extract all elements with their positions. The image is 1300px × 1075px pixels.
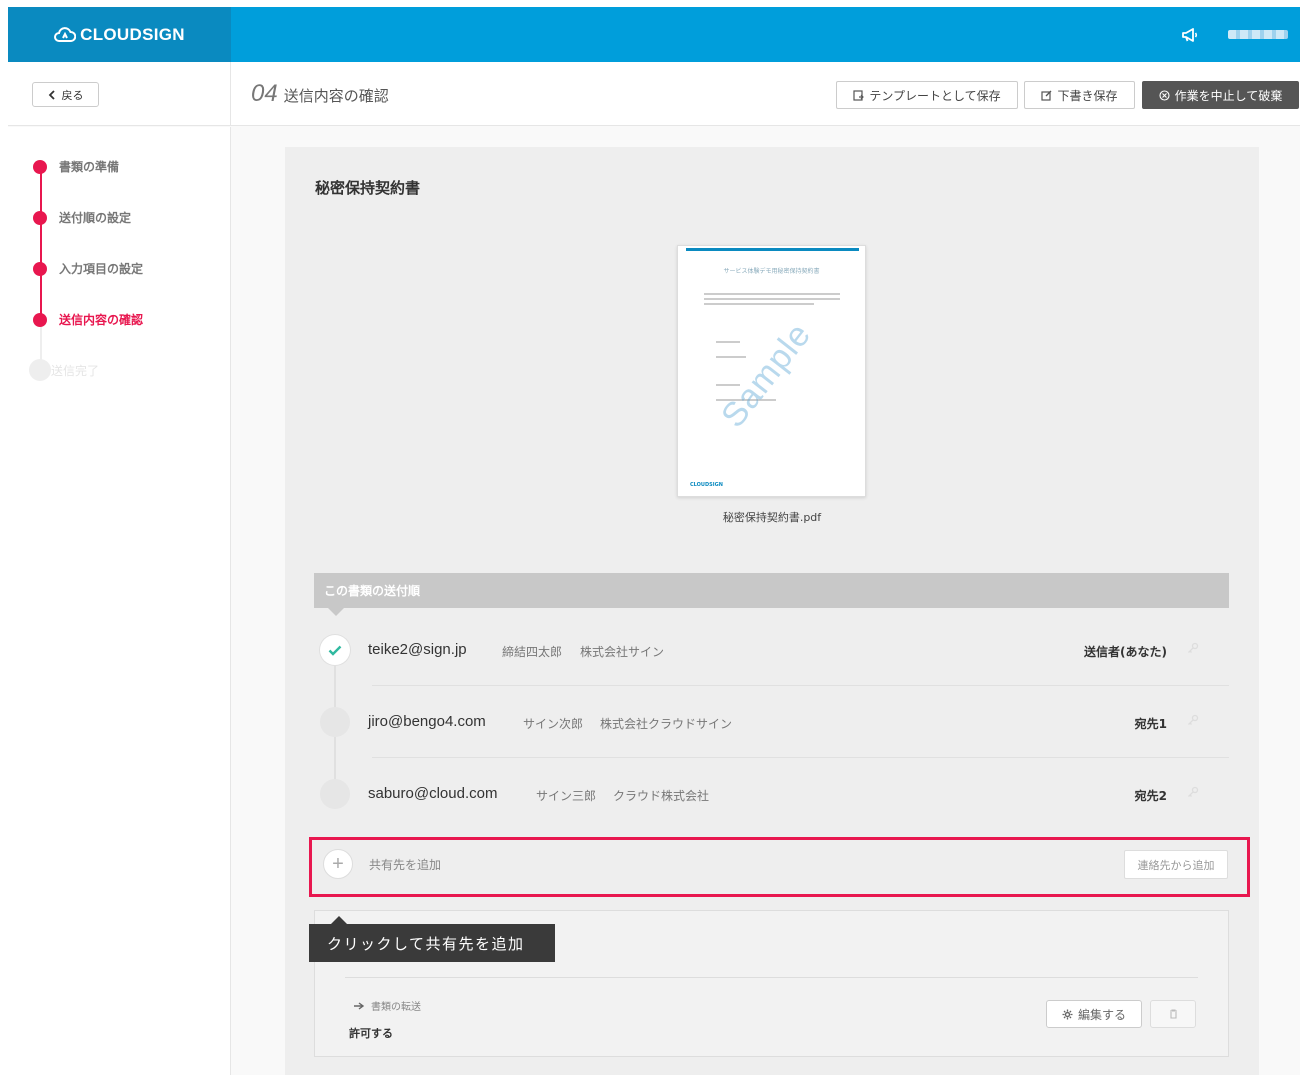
delete-button[interactable] [1150,1000,1196,1028]
edit-label: 編集する [1077,1007,1126,1022]
step-name: 送信内容の確認 [283,87,389,105]
document-preview[interactable]: サービス体験デモ用秘密保持契約書 Sample CLOUDSIGN [677,245,866,497]
save-template-button[interactable]: テンプレートとして保存 [836,81,1018,109]
template-icon [853,89,865,101]
page-title: 04 送信内容の確認 [251,80,389,108]
edit-settings-button[interactable]: 編集する [1046,1000,1142,1028]
step-label: 送信内容の確認 [59,313,144,327]
transfer-setting-value: 許可する [349,1027,393,1040]
gear-icon [1062,1009,1073,1019]
sidebar-step-order[interactable]: 送付順の設定 [33,209,131,226]
recipient-email: teike2@sign.jp [368,641,467,658]
step-label: 送信完了 [51,363,100,378]
recipient-name: サイン次郎 [523,717,584,731]
sidebar-step-complete: 送信完了 [29,359,100,381]
preview-accent-bar [686,248,859,251]
progress-line [40,165,42,319]
preview-heading: サービス体験デモ用秘密保持契約書 [723,268,820,275]
top-bar: CLOUDSIGN [8,7,1300,62]
step-header: 戻る 04 送信内容の確認 テンプレートとして保存 下書き保存 作業を中止して破… [8,62,1300,126]
step-label: 書類の準備 [59,160,120,174]
close-circle-icon [1159,89,1170,101]
preview-watermark: Sample [713,315,819,435]
step-sidebar: 書類の準備 送付順の設定 入力項目の設定 送信内容の確認 送信完了 [8,127,231,1075]
recipient-role: 宛先2 [1134,789,1167,803]
trash-icon [1169,1009,1177,1019]
recipient-email: jiro@bengo4.com [368,713,486,730]
recipient-company: 株式会社サイン [580,645,665,659]
save-template-label: テンプレートとして保存 [869,88,1001,103]
recipient-name: 締結四太郎 [502,645,563,659]
document-title: 秘密保持契約書 [315,179,421,197]
add-share-tooltip: クリックして共有先を追加 [309,916,555,962]
forward-arrow-icon [354,1001,365,1010]
sidebar-step-confirm[interactable]: 送信内容の確認 [33,311,143,328]
recipient-row: saburo@cloud.com サイン三郎 クラウド株式会社 宛先2 [314,758,1229,830]
back-label: 戻る [61,88,84,102]
preview-footer: CLOUDSIGN [690,482,723,488]
step-dot [33,210,47,225]
recipient-status [320,635,350,665]
key-icon[interactable] [1187,786,1199,798]
logo[interactable]: CLOUDSIGN [8,7,231,62]
recipient-row: jiro@bengo4.com サイン次郎 株式会社クラウドサイン 宛先1 [314,686,1229,758]
app-window: CLOUDSIGN 戻る 04 送信内容の確認 テンプレートとして保存 下書き保… [8,7,1300,1075]
header-left: 戻る [8,62,231,126]
recipient-status [320,707,350,737]
sidebar-step-fields[interactable]: 入力項目の設定 [33,260,143,277]
key-icon[interactable] [1187,714,1199,726]
add-share-highlight [309,837,1250,897]
save-draft-label: 下書き保存 [1057,88,1118,103]
chevron-left-icon [48,89,55,100]
recipient-company: 株式会社クラウドサイン [600,717,733,731]
step-label: 送付順の設定 [59,211,132,225]
file-name: 秘密保持契約書.pdf [722,511,822,524]
save-draft-button[interactable]: 下書き保存 [1024,81,1135,109]
back-button[interactable]: 戻る [32,82,99,107]
step-dot [29,359,51,381]
recipient-status [320,779,350,809]
discard-button[interactable]: 作業を中止して破棄 [1142,81,1299,109]
step-dot [33,261,47,276]
recipient-name: サイン三郎 [536,789,597,803]
recipient-role: 宛先1 [1134,717,1167,731]
step-dot [33,312,47,327]
recipient-row: teike2@sign.jp 締結四太郎 株式会社サイン 送信者(あなた) [314,614,1229,686]
recipient-email: saburo@cloud.com [368,785,498,802]
discard-label: 作業を中止して破棄 [1174,88,1283,103]
transfer-label-text: 書類の転送 [371,1002,421,1013]
recipient-company: クラウド株式会社 [613,789,710,803]
check-icon [328,645,342,656]
transfer-setting-label: 書類の転送 [353,998,421,1013]
recipient-role: 送信者(あなた) [1084,645,1167,659]
step-dot [33,159,47,174]
logo-text: CLOUDSIGN [80,24,185,44]
step-number: 04 [251,80,278,107]
edit-icon [1041,90,1052,101]
user-menu[interactable] [1228,30,1288,39]
step-label: 入力項目の設定 [59,262,144,276]
megaphone-icon[interactable] [1180,25,1200,45]
sidebar-step-prepare[interactable]: 書類の準備 [33,158,119,175]
key-icon[interactable] [1187,642,1199,654]
cloud-logo-icon [54,26,77,42]
routing-header: この書類の送付順 [314,573,1229,616]
